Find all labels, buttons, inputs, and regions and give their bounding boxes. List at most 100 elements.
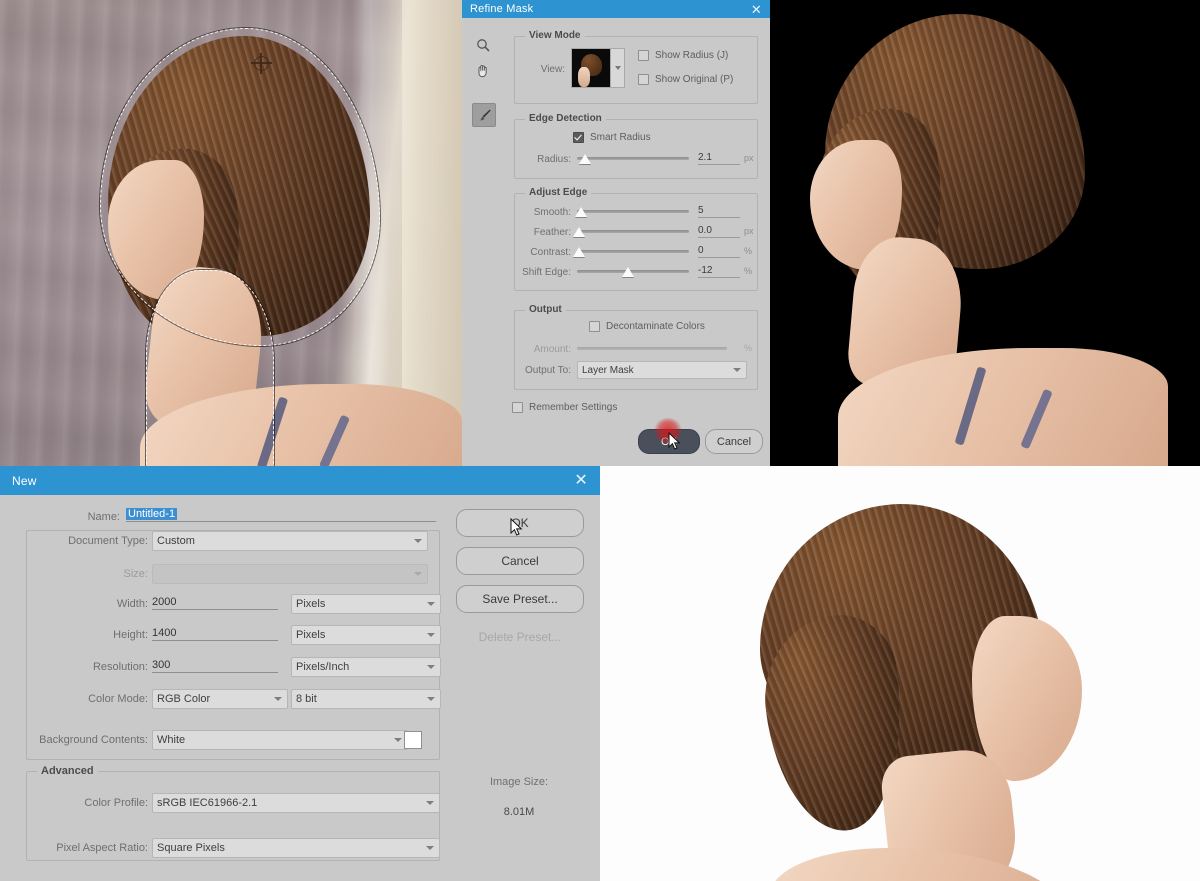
width-unit-select[interactable]: Pixels [291,594,441,614]
size-select [152,564,428,584]
pixel-aspect-value: Square Pixels [157,842,225,854]
view-mode-group: View Mode View: Show Radius (J) Show Ori… [514,30,758,104]
view-label: View: [540,64,565,75]
decontaminate-colors-checkbox[interactable] [589,321,600,332]
shift-edge-unit: % [744,266,753,276]
photo-cutout-on-white [600,466,1200,881]
remember-settings-row[interactable]: Remember Settings [512,402,617,413]
background-contents-select[interactable]: White [152,730,408,750]
contrast-slider[interactable] [573,245,689,257]
chevron-down-icon [427,602,435,606]
show-original-row[interactable]: Show Original (P) [638,74,733,85]
name-label: Name: [87,511,120,523]
amount-label: Amount: [533,344,571,355]
chevron-down-icon [426,801,434,805]
save-preset-button[interactable]: Save Preset... [456,585,584,613]
photo-cutout-on-black [770,0,1200,466]
radius-value[interactable]: 2.1 [698,152,740,165]
show-radius-row[interactable]: Show Radius (J) [638,50,728,61]
chevron-down-icon [414,572,422,576]
resolution-input[interactable]: 300 [152,659,278,673]
new-dialog-title: New [12,473,37,488]
height-value: 1400 [152,627,177,639]
new-dialog-ok-label: OK [511,516,529,530]
radius-slider[interactable] [577,152,689,164]
refine-mask-title: Refine Mask [470,3,534,15]
color-profile-label: Color Profile: [84,797,148,809]
shift-edge-label: Shift Edge: [522,267,571,278]
adjust-edge-group: Adjust Edge Smooth: 5 Feather: 0.0 px Co… [514,187,758,291]
height-unit-value: Pixels [296,629,326,641]
show-radius-checkbox[interactable] [638,50,649,61]
shift-edge-value[interactable]: -12 [698,265,740,278]
name-input[interactable]: Untitled-1 [126,508,436,522]
new-document-dialog: New ✕ Name: Untitled-1 Document Type: Cu… [0,466,600,881]
refine-mask-cancel-button[interactable]: Cancel [705,429,763,454]
subject-face [972,616,1082,781]
feather-slider-thumb[interactable] [573,227,585,237]
contrast-slider-thumb[interactable] [573,247,585,257]
color-depth-select[interactable]: 8 bit [291,689,441,709]
chevron-down-icon[interactable] [611,48,625,88]
width-input[interactable]: 2000 [152,596,278,610]
output-to-value: Layer Mask [582,364,634,376]
output-to-select[interactable]: Layer Mask [577,361,747,379]
chevron-down-icon [427,697,435,701]
edge-detection-group-label: Edge Detection [525,113,606,124]
background-color-swatch[interactable] [404,731,422,749]
width-label: Width: [116,598,148,610]
zoom-tool[interactable] [472,34,494,56]
refine-mask-toolbar [472,34,496,127]
new-dialog-ok-button[interactable]: OK [456,509,584,537]
smooth-value[interactable]: 5 [698,205,740,218]
close-icon[interactable]: ✕ [574,472,588,489]
chevron-down-icon [427,665,435,669]
output-group-label: Output [525,304,566,315]
amount-slider [577,342,727,354]
show-radius-label: Show Radius (J) [655,50,729,61]
new-dialog-cancel-button[interactable]: Cancel [456,547,584,575]
resolution-unit-select[interactable]: Pixels/Inch [291,657,441,677]
height-input[interactable]: 1400 [152,627,278,641]
color-profile-select[interactable]: sRGB IEC61966-2.1 [152,793,440,813]
name-value: Untitled-1 [126,508,178,520]
height-unit-select[interactable]: Pixels [291,625,441,645]
subject-shoulder [770,848,1070,881]
shift-edge-slider[interactable] [577,265,689,277]
close-icon[interactable]: ✕ [751,3,762,16]
view-mode-group-label: View Mode [525,30,585,41]
view-preview-combo[interactable] [571,48,625,88]
smart-radius-checkbox[interactable] [573,132,584,143]
smooth-slider-thumb[interactable] [575,207,587,217]
image-size-label: Image Size: [489,776,549,788]
show-original-checkbox[interactable] [638,74,649,85]
image-size-value: 8.01M [503,806,535,818]
size-label: Size: [123,568,148,580]
feather-value[interactable]: 0.0 [698,225,740,238]
radius-slider-thumb[interactable] [579,154,591,164]
smooth-slider[interactable] [575,205,689,217]
output-to-label: Output To: [525,365,571,376]
new-dialog-cancel-label: Cancel [501,554,539,568]
document-type-label: Document Type: [68,535,148,547]
smart-radius-label: Smart Radius [590,132,651,143]
remember-settings-checkbox[interactable] [512,402,523,413]
feather-slider[interactable] [573,225,689,237]
photo-original-with-selection [0,0,462,466]
contrast-value[interactable]: 0 [698,245,740,258]
feather-label: Feather: [533,227,571,238]
document-type-select[interactable]: Custom [152,531,428,551]
chevron-down-icon [427,633,435,637]
refine-radius-brush-tool[interactable] [472,103,496,127]
color-mode-select[interactable]: RGB Color [152,689,288,709]
pixel-aspect-label: Pixel Aspect Ratio: [56,842,148,854]
show-original-label: Show Original (P) [655,74,734,85]
decontaminate-colors-row[interactable]: Decontaminate Colors [589,321,705,332]
background-contents-label: Background Contents: [39,734,148,746]
hand-tool[interactable] [472,59,494,81]
output-group: Output Decontaminate Colors Amount: % Ou… [514,304,758,390]
shift-edge-slider-thumb[interactable] [622,267,634,277]
pixel-aspect-select[interactable]: Square Pixels [152,838,440,858]
width-unit-value: Pixels [296,598,326,610]
smart-radius-row[interactable]: Smart Radius [573,132,651,143]
